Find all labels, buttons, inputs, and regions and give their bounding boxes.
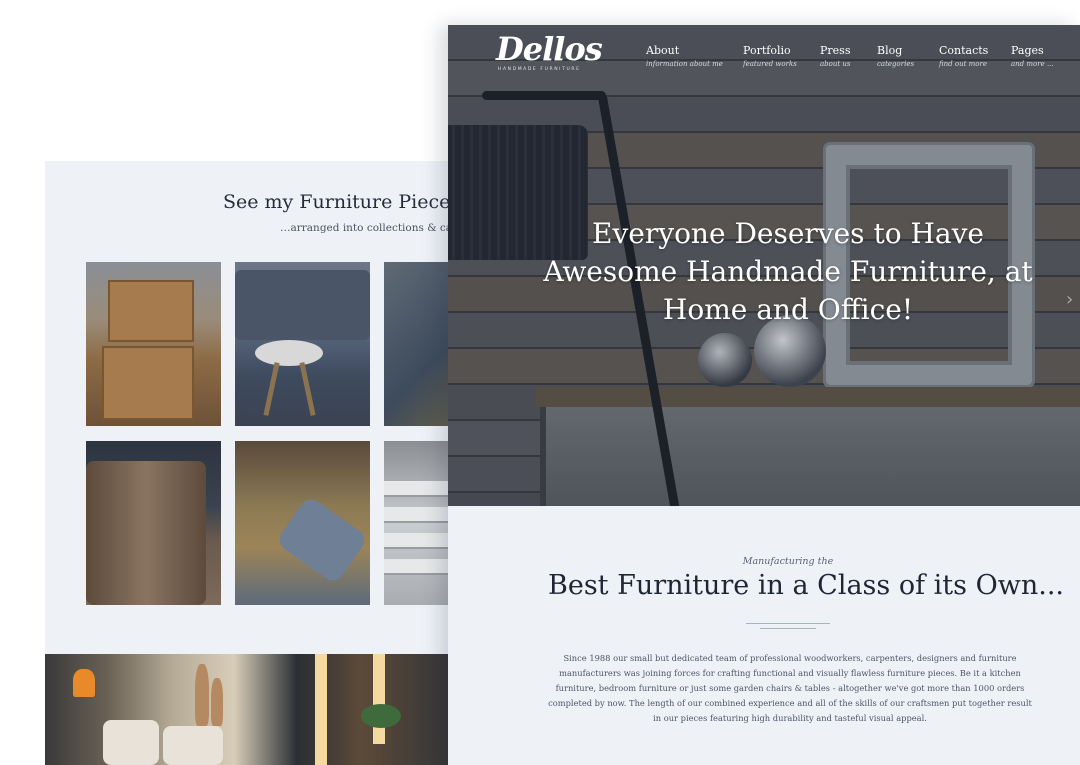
nav-item-press[interactable]: Press about us bbox=[820, 44, 851, 68]
stool-shape bbox=[255, 340, 323, 366]
pillow-shape bbox=[275, 495, 369, 585]
chevron-right-icon[interactable]: › bbox=[1066, 289, 1073, 310]
nav-item-contacts[interactable]: Contacts find out more bbox=[939, 44, 988, 68]
hero-heading: Everyone Deserves to Have Awesome Handma… bbox=[538, 215, 1038, 329]
nav-label: Blog bbox=[877, 44, 903, 57]
stool-leg bbox=[263, 362, 280, 416]
section-title: Best Furniture in a Class of its Own... bbox=[548, 570, 1064, 601]
vase-shape bbox=[195, 664, 209, 726]
stool-leg bbox=[299, 362, 316, 416]
nav-item-portfolio[interactable]: Portfolio featured works bbox=[743, 44, 797, 68]
nav-label: Press bbox=[820, 44, 851, 57]
nav-sublabel: and more ... bbox=[1011, 60, 1054, 68]
collections-title: See my Furniture Pieces in bbox=[223, 191, 465, 213]
nav-label: Pages bbox=[1011, 44, 1044, 57]
nav-item-pages[interactable]: Pages and more ... bbox=[1011, 44, 1054, 68]
hero-heading-line: Everyone Deserves to Have bbox=[592, 217, 984, 250]
light-bar-shape bbox=[315, 654, 327, 765]
hero-heading-line: Home and Office! bbox=[662, 293, 914, 326]
title-divider bbox=[760, 628, 816, 629]
gallery-tile-armchair[interactable] bbox=[235, 441, 370, 605]
crate-shelf-bottom bbox=[102, 346, 194, 420]
nav-sublabel: featured works bbox=[743, 60, 797, 68]
hero-section: Dellos HANDMADE FURNITURE About informat… bbox=[448, 25, 1080, 506]
nav-sublabel: find out more bbox=[939, 60, 987, 68]
gallery-tile-sofa[interactable] bbox=[235, 262, 370, 426]
nav-label: Portfolio bbox=[743, 44, 791, 57]
nav-item-about[interactable]: About information about me bbox=[646, 44, 723, 68]
site-logo[interactable]: Dellos bbox=[496, 30, 603, 68]
section-body-text: Since 1988 our small but dedicated team … bbox=[548, 653, 1032, 723]
cushion-shape bbox=[103, 720, 159, 765]
hero-heading-line: Awesome Handmade Furniture, at bbox=[543, 255, 1033, 288]
gallery-tile-round-table[interactable] bbox=[86, 441, 221, 605]
collections-subtitle: …arranged into collections & categ bbox=[280, 222, 465, 234]
cushion-shape bbox=[163, 726, 223, 765]
plant-shape bbox=[361, 704, 401, 728]
logo-tagline: HANDMADE FURNITURE bbox=[498, 67, 581, 72]
nav-label: Contacts bbox=[939, 44, 989, 57]
nav-sublabel: about us bbox=[820, 60, 851, 68]
title-divider bbox=[746, 623, 830, 624]
light-bar-shape bbox=[373, 654, 385, 744]
section-kicker: Manufacturing the bbox=[742, 556, 834, 567]
gallery-tile-crates[interactable] bbox=[86, 262, 221, 426]
nav-sublabel: information about me bbox=[646, 60, 723, 68]
nav-item-blog[interactable]: Blog categories bbox=[877, 44, 914, 68]
main-nav: Dellos HANDMADE FURNITURE About informat… bbox=[448, 25, 1080, 85]
sofa-shape bbox=[235, 270, 370, 340]
nav-sublabel: categories bbox=[877, 60, 915, 68]
interior-photo-strip bbox=[45, 654, 465, 765]
nav-label: About bbox=[646, 44, 680, 57]
crate-shelf-top bbox=[108, 280, 194, 342]
back-page-preview: See my Furniture Pieces in …arranged int… bbox=[45, 161, 465, 765]
front-page-preview: Dellos HANDMADE FURNITURE About informat… bbox=[448, 25, 1080, 765]
vase-shape bbox=[211, 678, 223, 726]
lamp-shade-shape bbox=[73, 669, 95, 697]
round-table-shape bbox=[86, 461, 206, 605]
